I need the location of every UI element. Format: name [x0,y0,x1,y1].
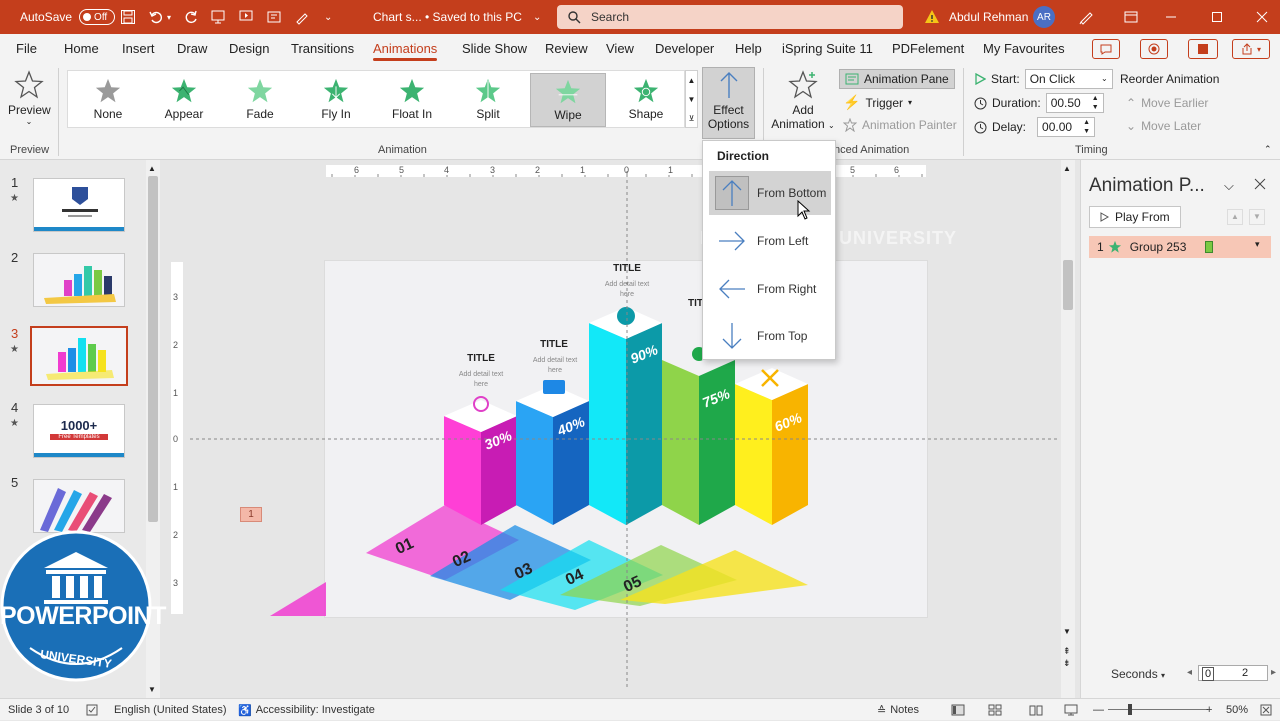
slide-info: Slide 3 of 10 [8,704,70,716]
animation-item-name: Group 253 [1129,240,1187,254]
spellcheck-icon[interactable] [86,699,98,721]
logo-line1: POWERPOINT [0,602,166,630]
scroll-down-icon[interactable]: ▼ [1063,627,1071,636]
direction-from-top-label: From Top [757,329,808,343]
move-down-icon[interactable]: ▼ [1249,209,1265,225]
collapse-ribbon-icon[interactable]: ⌃ [1264,144,1272,155]
ribbon-display-icon[interactable] [1124,0,1138,34]
record-icon[interactable] [1140,39,1168,59]
bar-title-1: TITLE [467,353,495,364]
move-earlier-label: Move Earlier [1141,96,1209,110]
zoom-level[interactable]: 50% [1226,699,1248,721]
language[interactable]: English (United States) [114,699,227,721]
direction-heading: Direction [717,149,770,163]
reorder-animation-label: Reorder Animation [1120,72,1220,86]
timeline-end: 2 [1242,667,1249,679]
animation-item-index: 1 [1097,240,1104,254]
accessibility-status[interactable]: ♿ Accessibility: Investigate [238,699,375,721]
zoom-in-timeline-icon[interactable]: ▸ [1271,667,1276,678]
direction-from-bottom[interactable]: From Bottom [709,171,831,215]
pane-options-icon[interactable]: ⌵ [1224,178,1234,194]
animation-pane: Animation P... ⌵ Play From ▲ ▼ 1 Group 2… [1080,160,1280,698]
bar-detail-2: Add detail text here [532,357,578,374]
close-icon[interactable] [1256,0,1268,34]
maximize-icon[interactable] [1211,0,1223,34]
caret-up-icon: ⌃ [1126,96,1137,110]
scroll-up-icon[interactable]: ▲ [1063,164,1071,173]
animation-pane-title: Animation P... [1089,175,1205,196]
spinner-icon[interactable]: ▲ ▼ [1092,94,1099,112]
bar-title-4: TIT [688,298,703,309]
chevron-down-icon: ⌄ [1100,74,1108,83]
reading-view-icon[interactable] [1029,699,1043,721]
spinner-icon[interactable]: ▲ ▼ [1083,118,1090,136]
bar-detail-3: Add detail text here [604,281,650,298]
direction-from-left-label: From Left [757,234,809,248]
timing-bar [1205,241,1213,253]
zoom-out-icon[interactable]: — [1093,699,1104,721]
bar-detail-1: Add detail text here [458,371,504,388]
accessibility-label: Accessibility: Investigate [255,704,375,716]
wipe-star-icon [1108,240,1121,253]
seconds-dropdown[interactable]: Seconds ▾ [1111,667,1165,681]
university-logo: POWERPOINT UNIVERSITY [0,530,166,682]
move-later-label: Move Later [1141,119,1202,133]
minimize-icon[interactable] [1165,0,1177,34]
caret-down-icon: ⌄ [1126,119,1137,133]
effect-options-menu: Direction From Bottom From Left From Rig… [702,140,836,360]
item-dropdown-icon[interactable]: ▾ [1255,239,1260,250]
play-icon [1100,212,1109,222]
slideshow-view-icon[interactable] [1064,699,1078,721]
editor-scrollbar[interactable]: ▲ ▼ ⇞ ⇟ [1061,160,1075,698]
pen-icon[interactable] [1078,0,1094,34]
play-from-button[interactable]: Play From [1089,206,1181,228]
direction-from-left[interactable]: From Left [709,219,831,263]
notes-button[interactable]: ≙ Notes [877,699,919,721]
play-from-label: Play From [1115,210,1170,224]
arrow-up-icon [722,180,742,206]
present-teams-icon[interactable] [1188,39,1218,59]
zoom-slider-thumb[interactable] [1128,704,1132,715]
comments-icon[interactable] [1092,39,1120,59]
direction-from-top[interactable]: From Top [709,314,831,358]
accessibility-icon: ♿ [238,704,252,717]
bar-title-3: TITLE [613,263,641,274]
arrow-right-icon [719,231,745,251]
pane-close-icon[interactable] [1254,178,1266,193]
animation-list-item[interactable]: 1 Group 253 ▾ [1089,236,1271,258]
direction-from-bottom-label: From Bottom [757,186,827,200]
arrow-left-icon [719,279,745,299]
zoom-out-timeline-icon[interactable]: ◂ [1187,667,1192,678]
fit-slide-icon[interactable] [1260,699,1272,721]
status-bar: Slide 3 of 10 English (United States) ♿ … [0,698,1280,720]
move-later-button[interactable]: ⌄ Move Later [1126,119,1201,133]
chevron-down-icon: ▾ [1161,671,1166,680]
notes-label: Notes [890,704,919,716]
scroll-thumb[interactable] [1063,260,1073,310]
mouse-cursor-icon [797,199,811,223]
timeline-start: 0 [1202,667,1215,681]
normal-view-icon[interactable] [951,699,965,721]
direction-from-right-label: From Right [757,282,817,296]
share-icon[interactable]: ▾ [1232,39,1270,59]
arrow-down-icon [722,323,742,349]
direction-from-right[interactable]: From Right [709,267,831,311]
bar-title-2: TITLE [540,339,568,350]
seconds-label: Seconds [1111,667,1158,681]
prev-next-slide-icon[interactable]: ⇞ ⇟ [1063,645,1071,669]
notes-icon: ≙ [877,704,887,717]
zoom-in-icon[interactable]: + [1206,699,1212,721]
move-up-icon[interactable]: ▲ [1227,209,1243,225]
slide-sorter-icon[interactable] [988,699,1002,721]
timeline-scale[interactable]: 0 2 [1198,665,1268,681]
move-earlier-button[interactable]: ⌃ Move Earlier [1126,96,1208,110]
animation-order-tag[interactable]: 1 [240,507,262,522]
zoom-slider[interactable] [1108,709,1208,710]
